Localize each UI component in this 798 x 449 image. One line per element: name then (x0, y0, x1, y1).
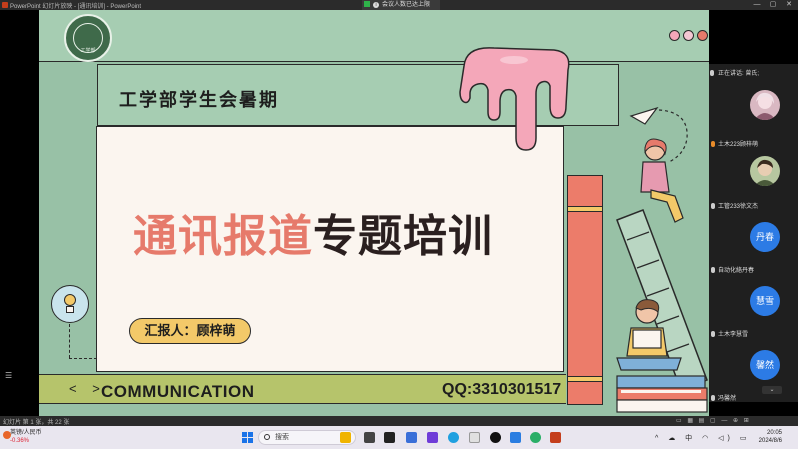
powerpoint-icon[interactable] (550, 432, 561, 443)
participant-name: 自动化絡丹春 (711, 265, 754, 274)
participant-avatar: 馨然 (750, 350, 780, 380)
participant-tile[interactable]: 馨然 冯馨然 (709, 340, 798, 402)
task-view-icon[interactable] (364, 432, 375, 443)
meeting-notice-banner: i 会议人数已达上限 (362, 0, 440, 10)
tencent-meeting-icon[interactable] (510, 432, 521, 443)
mic-icon (711, 203, 715, 209)
header-title: 工学部学生会暑期 (119, 90, 279, 111)
participant-tile[interactable]: 工管233徐文杰 (709, 150, 798, 210)
decor-dot (669, 30, 680, 41)
mic-icon (710, 70, 714, 76)
view-controls[interactable]: ▭ ▦ ▤ ▢ — ⊕ ⊞ (676, 417, 751, 424)
search-icon (264, 434, 270, 440)
participant-avatar (750, 156, 780, 186)
drip-decoration (459, 47, 570, 151)
slide-counter: 幻灯片 第 1 张，共 22 张 (3, 420, 70, 426)
widget-title: 英镑/人民币 (10, 430, 42, 436)
taskbar-app-icon[interactable] (384, 432, 395, 443)
communication-label: COMMUNICATION (101, 382, 255, 401)
participant-tile[interactable]: 慧雪 土木李慧雪 (709, 276, 798, 338)
book-stack-illustration (616, 375, 708, 413)
powerpoint-icon (2, 2, 8, 8)
clock-time: 20:05 (766, 430, 782, 436)
minimize-button[interactable]: — (749, 0, 765, 10)
main-title: 通讯报道专题培训 (133, 200, 493, 264)
book-stripe (568, 376, 602, 382)
left-strip (0, 10, 39, 416)
close-button[interactable]: ✕ (781, 0, 797, 10)
participant-name: 工管233徐文杰 (711, 201, 758, 210)
slide-bottom-bar: < > COMMUNICATION QQ:3310301517 (39, 374, 566, 404)
participant-name: 冯馨然 (711, 393, 736, 402)
mic-icon (711, 331, 715, 337)
window-title: PowerPoint 幻灯片放映 - [通讯培训] - PowerPoint (10, 4, 142, 10)
widget-icon (3, 431, 11, 439)
info-icon: i (373, 2, 379, 8)
taskbar-app-icon[interactable] (340, 432, 351, 443)
participant-tile[interactable]: 丹春 自动化絡丹春 (709, 212, 798, 274)
speaking-label: 正在讲话: 曾氏; (718, 71, 760, 77)
participant-name: 土木223顾梓萌 (711, 139, 758, 148)
signal-icon (364, 1, 370, 7)
logo-text: 工学部 (80, 48, 96, 54)
participant-avatar: 丹春 (750, 222, 780, 252)
windows-taskbar: 英镑/人民币 -0.36% 搜索 ^ ☁ 中 ◠ ◁) ▭ 20:05 2024… (0, 426, 798, 449)
finance-widget[interactable]: 英镑/人民币 -0.36% (3, 429, 42, 445)
windows-start-button[interactable] (242, 432, 253, 443)
clock-date: 2024/8/6 (758, 438, 782, 444)
qq-contact: QQ:3310301517 (442, 381, 562, 398)
system-tray[interactable]: ^ ☁ 中 ◠ ◁) ▭ (655, 433, 750, 443)
participant-avatar (750, 90, 780, 120)
taskbar-app-icon[interactable] (406, 432, 417, 443)
dashed-connector (69, 358, 97, 359)
wechat-icon[interactable] (530, 432, 541, 443)
lightbulb-icon (51, 285, 89, 323)
edge-icon[interactable] (448, 432, 459, 443)
maximize-button[interactable]: ▢ (765, 0, 781, 10)
meeting-notice-text: 会议人数已达上限 (382, 2, 431, 8)
taskbar-app-icon[interactable] (427, 432, 438, 443)
main-title-dark: 专题培训 (313, 211, 493, 262)
taskbar-app-icon[interactable] (469, 432, 480, 443)
bulb-base (66, 306, 74, 313)
qq-icon[interactable] (490, 432, 501, 443)
taskbar-clock[interactable]: 20:05 2024/8/6 (752, 429, 782, 445)
powerpoint-statusbar: 幻灯片 第 1 张，共 22 张 ▭ ▦ ▤ ▢ — ⊕ ⊞ (0, 416, 798, 426)
book-stripe (568, 206, 602, 212)
school-logo: 工学部 (64, 14, 112, 62)
boy-illustration (616, 299, 682, 371)
reporter-badge: 汇报人：顾梓萌 (129, 318, 251, 344)
girl-illustration (640, 138, 684, 223)
mic-icon (711, 267, 715, 273)
menu-icon[interactable]: ☰ (5, 372, 12, 380)
search-placeholder: 搜索 (275, 434, 289, 441)
mic-icon (711, 141, 715, 147)
slide-top-band (39, 10, 709, 62)
decor-dot (683, 30, 694, 41)
dashed-connector (69, 324, 70, 358)
bulb-glass (64, 294, 76, 306)
participant-avatar: 慧雪 (750, 286, 780, 316)
presentation-slide[interactable]: 工学部 工学部学生会暑期 通讯报道专题培训 汇报人：顾梓萌 < > COMMUN… (39, 10, 709, 416)
mic-icon (711, 395, 715, 401)
widget-value: -0.36% (10, 438, 30, 444)
participant-tile[interactable]: 土木223顾梓萌 (709, 84, 798, 148)
speaking-indicator: 正在讲话: 曾氏; (710, 68, 759, 77)
decor-dot (697, 30, 708, 41)
standing-book (567, 175, 603, 405)
scroll-down-button[interactable]: ⌄ (762, 386, 782, 394)
main-title-red: 通讯报道 (133, 211, 313, 262)
participant-name: 土木李慧雪 (711, 329, 748, 338)
